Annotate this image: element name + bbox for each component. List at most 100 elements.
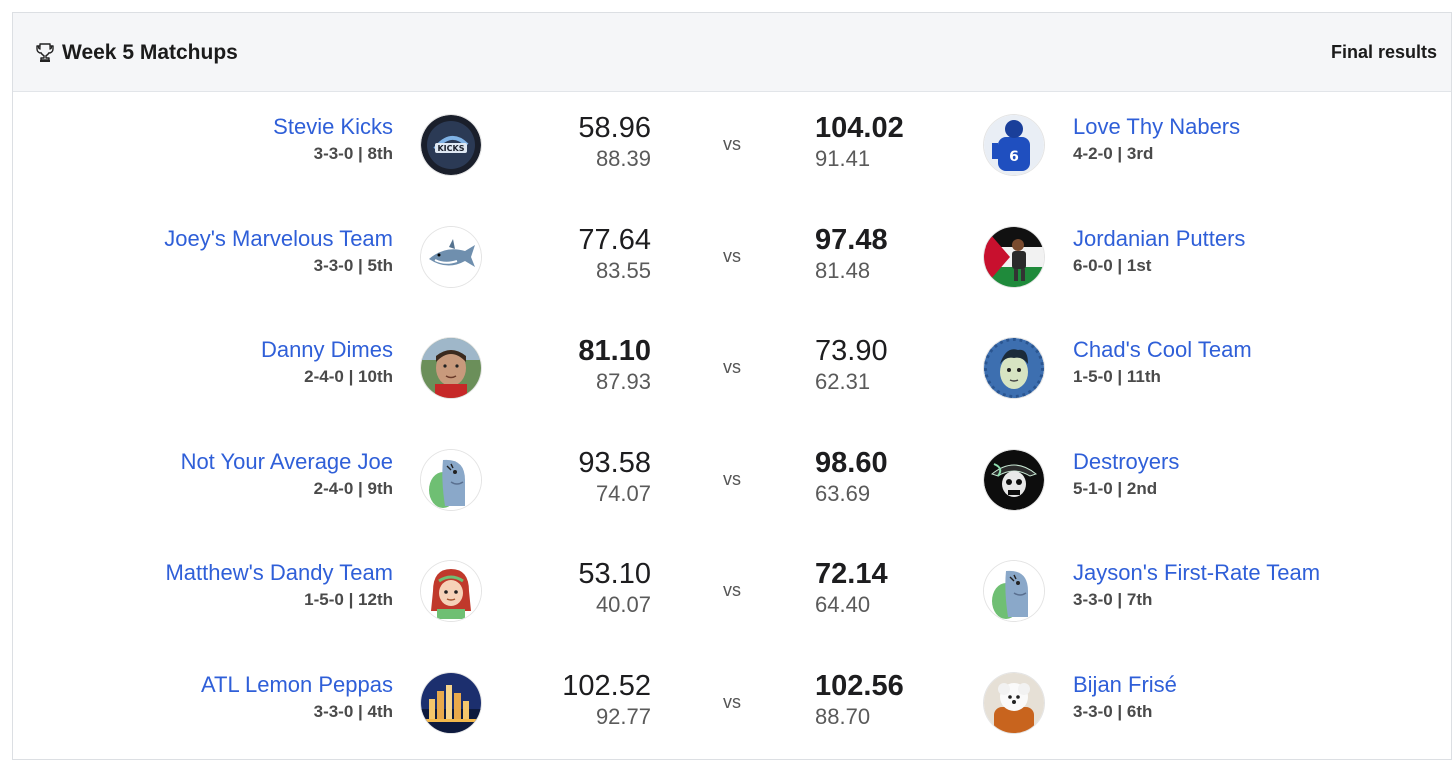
right-team-name-link[interactable]: Destroyers bbox=[1073, 447, 1179, 477]
right-team-record: 1-5-0 | 11th bbox=[1073, 367, 1161, 386]
right-team-info: Jayson's First-Rate Team 3-3-0 | 7th bbox=[1073, 558, 1320, 612]
right-projected: 91.41 bbox=[815, 146, 871, 171]
right-projected: 64.40 bbox=[815, 592, 871, 617]
dino-avatar[interactable] bbox=[421, 449, 481, 510]
kicks-logo-avatar[interactable]: KICKS bbox=[421, 115, 481, 175]
left-score: 58.96 bbox=[578, 112, 651, 144]
matchup-list: Stevie Kicks 3-3-0 | 8th KICKS 58.96 88.… bbox=[13, 92, 1451, 761]
left-team-name-link[interactable]: Not Your Average Joe bbox=[181, 447, 393, 477]
right-team-record: 5-1-0 | 2nd bbox=[1073, 478, 1158, 498]
cartoon-face-avatar[interactable] bbox=[984, 338, 1044, 398]
left-team-record: 1-5-0 | 12th bbox=[304, 590, 393, 609]
right-projected: 81.48 bbox=[815, 257, 871, 283]
dino-avatar[interactable] bbox=[984, 561, 1044, 621]
vs-label: vs bbox=[723, 468, 741, 489]
left-team-record: 2-4-0 | 9th bbox=[313, 478, 393, 498]
right-score-block: 72.14 64.40 bbox=[815, 556, 888, 620]
matchup-row: Danny Dimes 2-4-0 | 10th 81.10 87.93 vs … bbox=[13, 315, 1451, 427]
right-score-block: 97.48 81.48 bbox=[815, 222, 888, 286]
left-projected: 92.77 bbox=[595, 703, 651, 729]
right-projected: 88.70 bbox=[815, 703, 871, 729]
left-team-name-link[interactable]: Danny Dimes bbox=[261, 335, 393, 365]
left-score: 81.10 bbox=[578, 335, 651, 367]
right-score-block: 102.56 88.70 bbox=[815, 668, 904, 732]
left-team-name-link[interactable]: ATL Lemon Peppas bbox=[201, 670, 393, 700]
vs-label: vs bbox=[723, 691, 741, 712]
right-score: 97.48 bbox=[815, 223, 888, 256]
matchup-row: Stevie Kicks 3-3-0 | 8th KICKS 58.96 88.… bbox=[13, 92, 1451, 204]
right-team-record: 3-3-0 | 6th bbox=[1073, 701, 1153, 721]
svg-text:6: 6 bbox=[1009, 149, 1019, 165]
man-photo-avatar[interactable] bbox=[421, 338, 481, 398]
vs-label: vs bbox=[723, 134, 741, 154]
page-title: Week 5 Matchups bbox=[62, 41, 238, 64]
left-projected: 40.07 bbox=[595, 592, 651, 617]
card-header: Week 5 Matchups Final results bbox=[13, 13, 1451, 92]
left-team-info: Matthew's Dandy Team 1-5-0 | 12th bbox=[165, 558, 393, 612]
svg-text:KICKS: KICKS bbox=[437, 144, 464, 153]
right-score: 98.60 bbox=[815, 446, 888, 479]
right-team-info: Jordanian Putters 6-0-0 | 1st bbox=[1073, 224, 1245, 278]
left-team-name-link[interactable]: Matthew's Dandy Team bbox=[165, 558, 393, 588]
right-team-name-link[interactable]: Bijan Frisé bbox=[1073, 670, 1177, 700]
left-score-block: 58.96 88.39 bbox=[578, 110, 651, 174]
giants-player-avatar[interactable]: 6 bbox=[984, 115, 1044, 175]
matchups-card: Week 5 Matchups Final results Stevie Kic… bbox=[12, 12, 1452, 760]
right-team-record: 3-3-0 | 7th bbox=[1073, 590, 1153, 609]
left-score-block: 102.52 92.77 bbox=[562, 668, 651, 732]
left-team-record: 3-3-0 | 8th bbox=[313, 144, 393, 163]
left-team-record: 3-3-0 | 5th bbox=[313, 255, 393, 275]
left-score-block: 81.10 87.93 bbox=[578, 333, 651, 397]
left-team-info: Danny Dimes 2-4-0 | 10th bbox=[261, 335, 393, 389]
right-team-name-link[interactable]: Jayson's First-Rate Team bbox=[1073, 558, 1320, 588]
matchup-row: Not Your Average Joe 2-4-0 | 9th 93.58 7… bbox=[13, 427, 1451, 539]
right-score-block: 98.60 63.69 bbox=[815, 445, 888, 509]
matchup-row: ATL Lemon Peppas 3-3-0 | 4th 102.52 92.7… bbox=[13, 650, 1451, 761]
right-score: 73.90 bbox=[815, 335, 888, 367]
right-team-info: Bijan Frisé 3-3-0 | 6th bbox=[1073, 670, 1177, 724]
left-team-record: 2-4-0 | 10th bbox=[304, 367, 393, 386]
left-score-block: 93.58 74.07 bbox=[578, 445, 651, 509]
trophy-icon bbox=[36, 43, 54, 62]
right-projected: 63.69 bbox=[815, 480, 871, 506]
left-score: 53.10 bbox=[578, 558, 651, 590]
vs-label: vs bbox=[723, 357, 741, 377]
left-projected: 87.93 bbox=[595, 369, 651, 394]
left-team-info: ATL Lemon Peppas 3-3-0 | 4th bbox=[201, 670, 393, 724]
vs-label: vs bbox=[723, 245, 741, 266]
left-team-name-link[interactable]: Stevie Kicks bbox=[273, 112, 393, 142]
golfer-flag-avatar[interactable] bbox=[984, 226, 1044, 287]
left-team-info: Stevie Kicks 3-3-0 | 8th bbox=[273, 112, 393, 166]
right-team-record: 6-0-0 | 1st bbox=[1073, 255, 1152, 275]
right-projected: 62.31 bbox=[815, 369, 871, 394]
right-score-block: 104.02 91.41 bbox=[815, 110, 904, 174]
left-team-info: Not Your Average Joe 2-4-0 | 9th bbox=[181, 447, 393, 501]
right-team-info: Chad's Cool Team 1-5-0 | 11th bbox=[1073, 335, 1252, 389]
pirate-skull-avatar[interactable] bbox=[984, 449, 1044, 510]
redhead-avatar[interactable] bbox=[421, 561, 481, 621]
right-team-info: Love Thy Nabers 4-2-0 | 3rd bbox=[1073, 112, 1240, 166]
left-team-info: Joey's Marvelous Team 3-3-0 | 5th bbox=[164, 224, 393, 278]
left-team-record: 3-3-0 | 4th bbox=[313, 701, 393, 721]
left-projected: 74.07 bbox=[595, 480, 651, 506]
left-team-name-link[interactable]: Joey's Marvelous Team bbox=[164, 224, 393, 254]
left-projected: 88.39 bbox=[595, 146, 651, 171]
matchup-row: Matthew's Dandy Team 1-5-0 | 12th 53.10 … bbox=[13, 538, 1451, 650]
right-team-record: 4-2-0 | 3rd bbox=[1073, 144, 1154, 163]
right-team-name-link[interactable]: Love Thy Nabers bbox=[1073, 112, 1240, 142]
vs-label: vs bbox=[723, 580, 741, 600]
left-score: 93.58 bbox=[578, 446, 651, 479]
city-skyline-avatar[interactable] bbox=[421, 672, 481, 733]
right-team-name-link[interactable]: Chad's Cool Team bbox=[1073, 335, 1252, 365]
matchup-row: Joey's Marvelous Team 3-3-0 | 5th 77.64 … bbox=[13, 204, 1451, 316]
right-score: 102.56 bbox=[815, 669, 904, 702]
right-score-block: 73.90 62.31 bbox=[815, 333, 888, 397]
shark-avatar[interactable] bbox=[421, 226, 481, 287]
right-team-name-link[interactable]: Jordanian Putters bbox=[1073, 224, 1245, 254]
right-team-info: Destroyers 5-1-0 | 2nd bbox=[1073, 447, 1179, 501]
left-score: 102.52 bbox=[562, 669, 651, 702]
right-score: 72.14 bbox=[815, 558, 888, 590]
left-score-block: 53.10 40.07 bbox=[578, 556, 651, 620]
dog-football-avatar[interactable] bbox=[984, 672, 1044, 733]
right-score: 104.02 bbox=[815, 112, 904, 144]
